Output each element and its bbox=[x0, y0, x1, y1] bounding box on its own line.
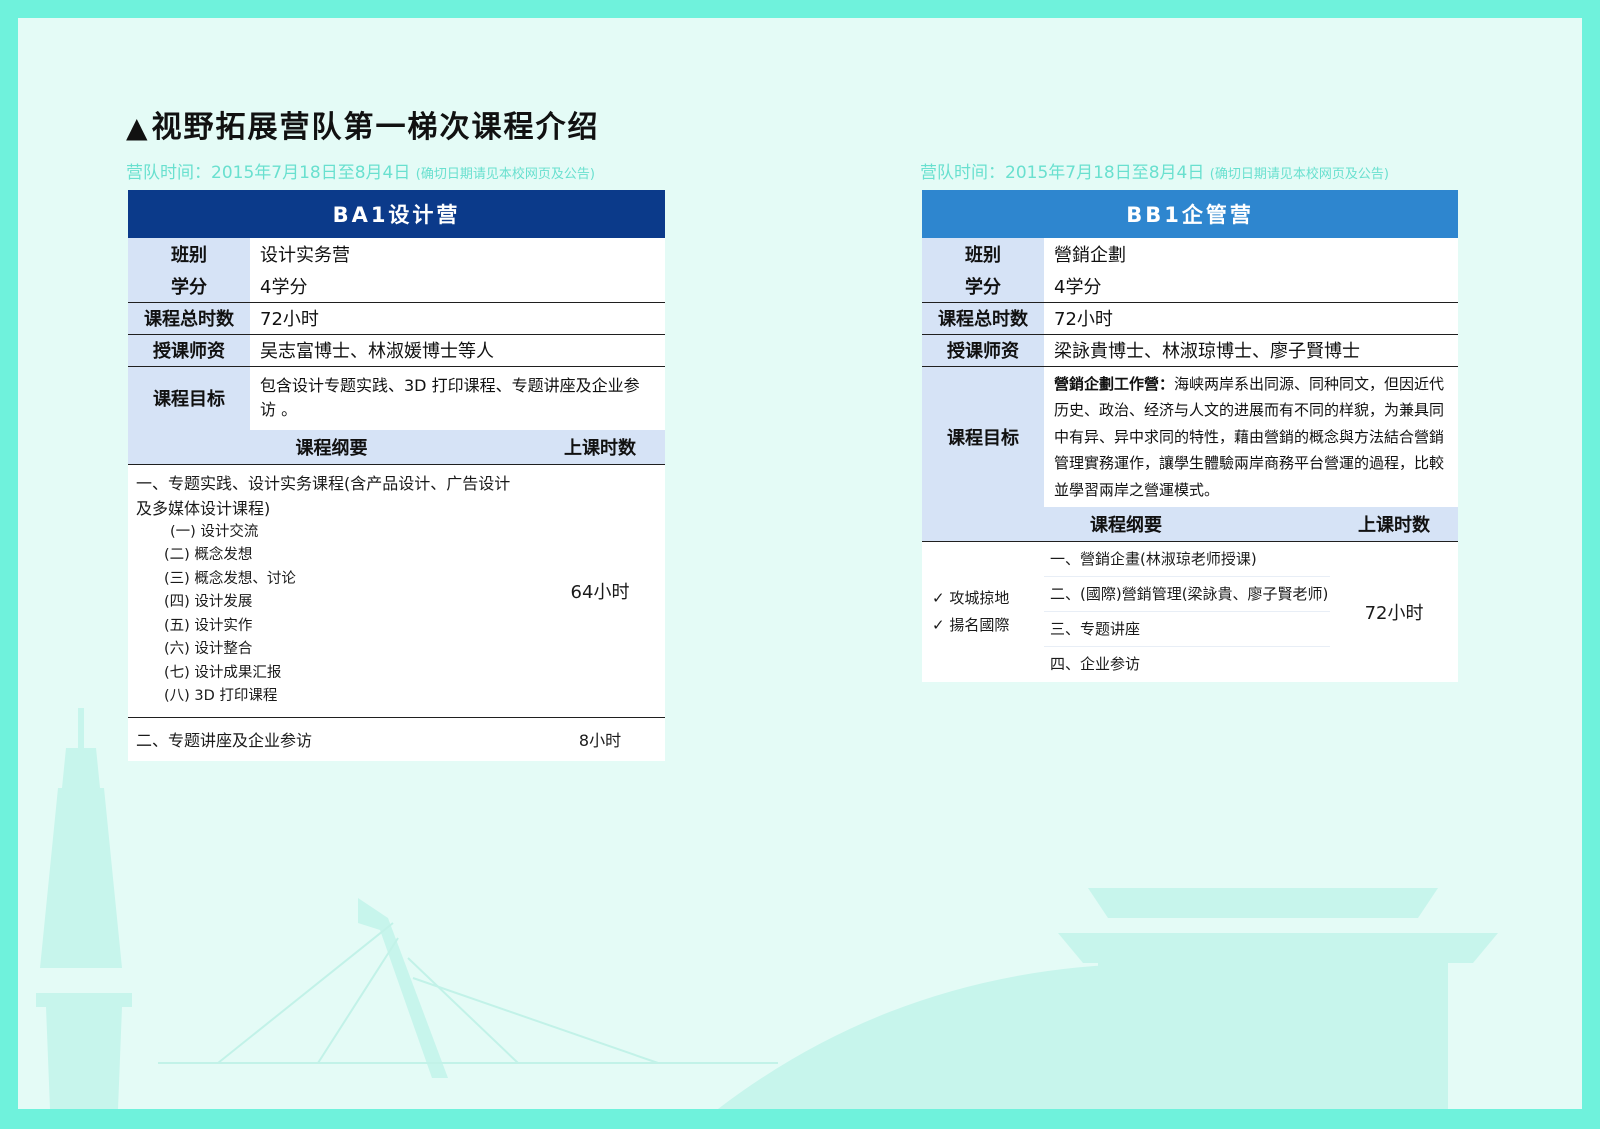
outline-sub-item: (五) 设计实作 bbox=[164, 617, 253, 634]
row-value: 營銷企劃 bbox=[1054, 245, 1126, 266]
row-value: 吴志富博士、林淑媛博士等人 bbox=[250, 334, 665, 367]
row-value: 72小时 bbox=[1044, 302, 1459, 335]
triangle-icon: ▲ bbox=[126, 111, 150, 144]
outline-header: 课程纲要 bbox=[128, 430, 535, 465]
row-label: 学分 bbox=[922, 270, 1044, 303]
camp-time-text: 营队时间：2015年7月18日至8月4日 bbox=[920, 163, 1205, 183]
outline-sub-item: (二) 概念发想 bbox=[164, 547, 253, 563]
row-label: 学分 bbox=[128, 270, 250, 303]
hours-header: 上课时数 bbox=[1330, 507, 1459, 542]
row-label: 课程目标 bbox=[128, 366, 250, 430]
highlights: ✓ 攻城掠地 ✓ 揚名國際 bbox=[922, 541, 1044, 682]
outline-item: 四、企业参访 bbox=[1050, 654, 1141, 673]
row-label: 课程总时数 bbox=[922, 302, 1044, 335]
outline-hours: 72小时 bbox=[1364, 602, 1424, 624]
card-header: BB1企管营 bbox=[922, 190, 1459, 238]
row-label: 授课师资 bbox=[128, 334, 250, 367]
outline-sub-item: (三) 概念发想、讨论 bbox=[164, 570, 296, 587]
outline-second-item: 二、专题讲座及企业参访 bbox=[128, 716, 535, 761]
row-value: 營銷企劃工作營：海峡两岸系出同源、同种同文，但因近代历史、政治、经济与人文的进展… bbox=[1044, 366, 1458, 507]
outline-item: 三、专题讲座 bbox=[1044, 612, 1330, 647]
goal-text: 海峡两岸系出同源、同种同文，但因近代历史、政治、经济与人文的进展而有不同的样貌，… bbox=[1054, 374, 1445, 499]
outline-header: 课程纲要 bbox=[922, 507, 1330, 542]
row-value: 4学分 bbox=[1044, 270, 1459, 303]
camp-time-text: 营队时间：2015年7月18日至8月4日 bbox=[126, 163, 411, 183]
row-label: 班别 bbox=[922, 238, 1044, 270]
row-value: 4学分 bbox=[250, 270, 665, 303]
hours-header: 上课时数 bbox=[535, 430, 665, 465]
outline-item: 一、營銷企畫(林淑琼老师授课) bbox=[1044, 542, 1330, 577]
outline-list: 一、专题实践、设计实务课程(含产品设计、广告设计及多媒体设计课程) (一) 设计… bbox=[128, 464, 535, 717]
row-label: 课程目标 bbox=[922, 366, 1044, 507]
outline-list: 一、營銷企畫(林淑琼老师授课) 二、(國際)營銷管理(梁詠貴、廖子賢老师) 三、… bbox=[1044, 541, 1330, 682]
outline-hours: 64小时 bbox=[570, 581, 630, 603]
row-label: 班别 bbox=[128, 238, 250, 270]
course-card-bb1: BB1企管营 班别 營銷企劃 学分 4学分 课程总时数 72小时 授课师资 梁詠… bbox=[922, 190, 1459, 682]
camp-time-note: (确切日期请见本校网页及公告) bbox=[1209, 167, 1389, 182]
row-label: 课程总时数 bbox=[128, 302, 250, 335]
row-label: 授课师资 bbox=[922, 334, 1044, 367]
camp-time-note: (确切日期请见本校网页及公告) bbox=[415, 167, 595, 182]
outline-sub-item: (四) 设计发展 bbox=[164, 594, 253, 610]
camp-time-right: 营队时间：2015年7月18日至8月4日 (确切日期请见本校网页及公告) bbox=[920, 158, 1389, 183]
outline-main-item: 一、专题实践、设计实务课程(含产品设计、广告设计及多媒体设计课程) bbox=[136, 473, 511, 518]
card-header: BA1设计营 bbox=[128, 190, 665, 238]
outline-sub-item: (八) 3D 打印课程 bbox=[164, 688, 278, 704]
outline-sub-item: (六) 设计整合 bbox=[164, 641, 253, 657]
row-value: 梁詠貴博士、林淑琼博士、廖子賢博士 bbox=[1044, 334, 1459, 367]
page-title-text: 视野拓展营队第一梯次课程介绍 bbox=[151, 110, 600, 145]
outline-second-hours: 8小时 bbox=[535, 716, 665, 761]
check-item: ✓ 揚名國際 bbox=[932, 615, 1010, 634]
outline-item: 二、(國際)營銷管理(梁詠貴、廖子賢老师) bbox=[1044, 577, 1330, 612]
brochure-page: ▲视野拓展营队第一梯次课程介绍 营队时间：2015年7月18日至8月4日 (确切… bbox=[18, 18, 1582, 1109]
row-value: 设计实务营 bbox=[260, 245, 350, 266]
goal-lead: 營銷企劃工作營： bbox=[1054, 374, 1175, 393]
camp-time-left: 营队时间：2015年7月18日至8月4日 (确切日期请见本校网页及公告) bbox=[126, 158, 595, 183]
page-title: ▲视野拓展营队第一梯次课程介绍 bbox=[126, 102, 600, 146]
outline-sub-item: (七) 设计成果汇报 bbox=[164, 664, 282, 681]
row-value: 包含设计专题实践、3D 打印课程、专题讲座及企业参访 。 bbox=[260, 376, 640, 420]
check-item: ✓ 攻城掠地 bbox=[932, 588, 1010, 607]
row-value: 72小时 bbox=[250, 302, 665, 335]
outline-sub-item: (一) 设计交流 bbox=[170, 523, 259, 540]
course-card-ba1: BA1设计营 班别 设计实务营 学分 4学分 课程总时数 72小时 授课师资 吴… bbox=[128, 190, 665, 761]
